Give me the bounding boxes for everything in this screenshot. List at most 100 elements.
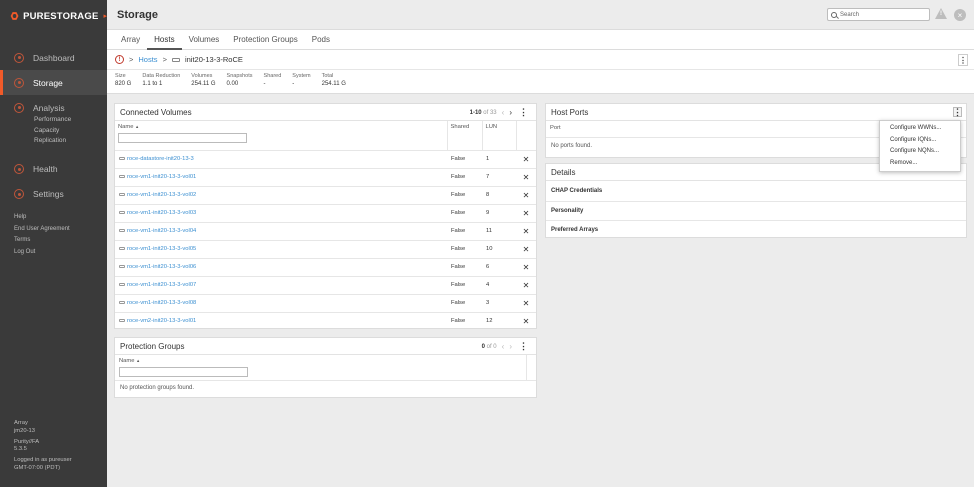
sidebar-subitem-replication[interactable]: Replication (34, 136, 107, 147)
stat-label: Data Reduction (142, 73, 181, 79)
shared-cell: False (447, 239, 482, 258)
lun-cell: 3 (482, 293, 516, 312)
volume-name-link[interactable]: roce-datastore-init20-13-3 (127, 156, 194, 162)
end-user-agreement-link[interactable]: End User Agreement (14, 224, 70, 236)
lun-cell: 4 (482, 275, 516, 294)
table-row[interactable]: roce-vm1-init20-13-3-vol08 False 3 ✕ (115, 293, 536, 312)
disconnect-icon[interactable]: ✕ (516, 275, 536, 294)
host-icon (171, 57, 180, 62)
table-row[interactable]: roce-vm1-init20-13-3-vol06 False 6 ✕ (115, 257, 536, 276)
tab-volumes[interactable]: Volumes (182, 30, 227, 50)
disconnect-icon[interactable]: ✕ (516, 167, 536, 186)
volume-name-link[interactable]: roce-vm1-init20-13-3-vol03 (127, 210, 196, 216)
column-label: Name (119, 358, 135, 364)
volume-name-link[interactable]: roce-vm1-init20-13-3-vol04 (127, 228, 196, 234)
chevron-right-icon[interactable]: › (509, 108, 512, 117)
volume-name-cell[interactable]: roce-vm1-init20-13-3-vol01 (115, 167, 447, 186)
volume-name-cell[interactable]: roce-vm2-init20-13-3-vol01 (115, 311, 447, 330)
volume-name-link[interactable]: roce-vm1-init20-13-3-vol08 (127, 300, 196, 306)
shared-cell: False (447, 149, 482, 168)
volume-icon (119, 282, 125, 286)
menu-item-remove[interactable]: Remove... (880, 158, 960, 170)
search-input[interactable]: Search (827, 8, 930, 21)
sidebar-item-storage[interactable]: Storage (0, 70, 107, 95)
column-header-lun[interactable]: LUN (482, 121, 517, 150)
volume-name-cell[interactable]: roce-vm1-init20-13-3-vol08 (115, 293, 447, 312)
sidebar-item-settings[interactable]: Settings (0, 182, 107, 207)
kebab-menu-icon[interactable]: ⋮ (519, 341, 528, 352)
table-row[interactable]: roce-vm1-init20-13-3-vol01 False 7 ✕ (115, 167, 536, 186)
volume-name-cell[interactable]: roce-vm1-init20-13-3-vol05 (115, 239, 447, 258)
volume-name-link[interactable]: roce-vm2-init20-13-3-vol01 (127, 318, 196, 324)
kebab-menu-icon[interactable]: ⋮ (953, 107, 962, 117)
chevron-right-icon[interactable]: › (509, 342, 512, 351)
sidebar-item-health[interactable]: Health (0, 157, 107, 182)
disconnect-icon[interactable]: ✕ (516, 311, 536, 330)
menu-item-configure-wwns[interactable]: Configure WWNs... (880, 123, 960, 135)
disconnect-icon[interactable]: ✕ (516, 185, 536, 204)
tab-array[interactable]: Array (114, 30, 147, 50)
host-alert-icon[interactable]: ! (115, 55, 124, 64)
settings-icon (14, 189, 24, 199)
breadcrumb-hosts-link[interactable]: Hosts (138, 55, 157, 64)
table-row[interactable]: roce-vm2-init20-13-3-vol01 False 12 ✕ (115, 311, 536, 330)
chevron-left-icon[interactable]: ‹ (502, 108, 505, 117)
volume-name-cell[interactable]: roce-vm1-init20-13-3-vol07 (115, 275, 447, 294)
volume-name-link[interactable]: roce-vm1-init20-13-3-vol02 (127, 192, 196, 198)
details-row-preferred-arrays[interactable]: Preferred Arrays (546, 220, 966, 240)
warning-icon[interactable]: ! (935, 8, 947, 19)
disconnect-icon[interactable]: ✕ (516, 221, 536, 240)
brand-logo[interactable]: PURESTORAGE ▸ (0, 0, 107, 32)
sidebar-subitem-performance[interactable]: Performance (34, 115, 107, 126)
connected-volumes-panel: Connected Volumes 1-10 of 33 ‹ › ⋮ Name … (114, 103, 537, 330)
panel-title: Connected Volumes (120, 107, 192, 117)
table-row[interactable]: roce-vm1-init20-13-3-vol05 False 10 ✕ (115, 239, 536, 258)
menu-item-configure-nqns[interactable]: Configure NQNs... (880, 146, 960, 158)
volume-name-cell[interactable]: roce-vm1-init20-13-3-vol03 (115, 203, 447, 222)
disconnect-icon[interactable]: ✕ (516, 257, 536, 276)
disconnect-icon[interactable]: ✕ (516, 293, 536, 312)
chevron-left-icon[interactable]: ‹ (502, 342, 505, 351)
name-filter-input[interactable] (118, 133, 247, 143)
health-icon (14, 164, 24, 174)
kebab-menu-icon[interactable]: ⋮ (519, 107, 528, 118)
host-actions-kebab-icon[interactable]: ⋮ (958, 54, 968, 66)
column-header-name[interactable]: Name ▲ (115, 121, 448, 150)
tab-protection-groups[interactable]: Protection Groups (226, 30, 304, 50)
volume-icon (119, 192, 125, 196)
lun-cell: 12 (482, 311, 516, 330)
volume-name-cell[interactable]: roce-vm1-init20-13-3-vol02 (115, 185, 447, 204)
help-link[interactable]: Help (14, 212, 70, 224)
disconnect-icon[interactable]: ✕ (516, 149, 536, 168)
close-icon[interactable]: × (954, 9, 966, 21)
volume-name-link[interactable]: roce-vm1-init20-13-3-vol01 (127, 174, 196, 180)
table-row[interactable]: roce-datastore-init20-13-3 False 1 ✕ (115, 149, 536, 168)
details-row-chap-credentials[interactable]: CHAP Credentials (546, 181, 966, 201)
table-row[interactable]: roce-vm1-init20-13-3-vol03 False 9 ✕ (115, 203, 536, 222)
table-row[interactable]: roce-vm1-init20-13-3-vol07 False 4 ✕ (115, 275, 536, 294)
volume-name-cell[interactable]: roce-vm1-init20-13-3-vol06 (115, 257, 447, 276)
volume-name-link[interactable]: roce-vm1-init20-13-3-vol06 (127, 264, 196, 270)
log-out-link[interactable]: Log Out (14, 247, 70, 259)
column-header-name[interactable]: Name ▲ (115, 355, 536, 381)
sidebar-subitem-capacity[interactable]: Capacity (34, 126, 107, 137)
search-icon (831, 11, 837, 18)
panel-title: Protection Groups (120, 341, 185, 351)
volume-name-link[interactable]: roce-vm1-init20-13-3-vol07 (127, 282, 196, 288)
volume-name-cell[interactable]: roce-vm1-init20-13-3-vol04 (115, 221, 447, 240)
tab-hosts[interactable]: Hosts (147, 30, 182, 50)
volume-name-link[interactable]: roce-vm1-init20-13-3-vol05 (127, 246, 196, 252)
tab-pods[interactable]: Pods (305, 30, 337, 50)
disconnect-icon[interactable]: ✕ (516, 239, 536, 258)
table-row[interactable]: roce-vm1-init20-13-3-vol04 False 11 ✕ (115, 221, 536, 240)
volume-name-cell[interactable]: roce-datastore-init20-13-3 (115, 149, 447, 168)
disconnect-icon[interactable]: ✕ (516, 203, 536, 222)
sidebar-item-dashboard[interactable]: Dashboard (0, 45, 107, 70)
breadcrumb-current: init20-13-3-RoCE (184, 55, 243, 64)
details-row-personality[interactable]: Personality (546, 200, 966, 221)
menu-item-configure-iqns[interactable]: Configure IQNs... (880, 135, 960, 147)
table-row[interactable]: roce-vm1-init20-13-3-vol02 False 8 ✕ (115, 185, 536, 204)
name-filter-input[interactable] (119, 367, 248, 377)
terms-link[interactable]: Terms (14, 235, 70, 247)
column-header-shared[interactable]: Shared (447, 121, 483, 150)
